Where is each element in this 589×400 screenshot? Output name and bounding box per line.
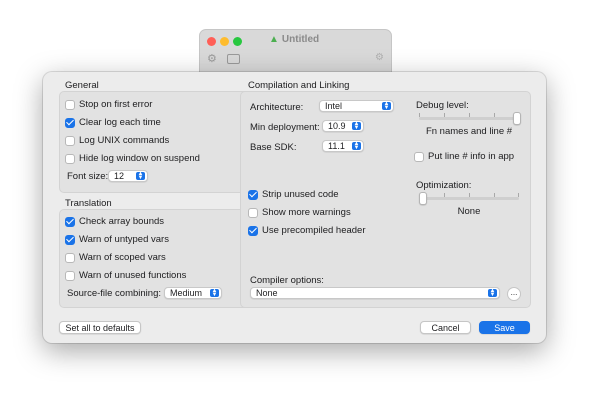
popup-arrows-icon: ▲ ▼ — [210, 288, 219, 298]
checkbox-icon — [65, 270, 75, 281]
use-precompiled-header-checkbox[interactable]: Use precompiled header — [248, 225, 366, 236]
checkbox-icon — [248, 207, 258, 218]
debug-level-slider-knob[interactable] — [513, 112, 521, 125]
slider-tick — [518, 193, 519, 197]
compilation-section-box: Architecture: Intel ▲ ▼ Min deployment: 1… — [240, 91, 531, 308]
slider-tick — [494, 193, 495, 197]
checkbox-checked-icon — [248, 225, 258, 236]
close-window-button[interactable] — [207, 37, 216, 46]
checkbox-checked-icon — [65, 117, 75, 128]
checkbox-icon — [65, 99, 75, 110]
log-unix-commands-checkbox[interactable]: Log UNIX commands — [65, 135, 169, 146]
hide-log-window-checkbox[interactable]: Hide log window on suspend — [65, 153, 200, 164]
source-file-combining-popup[interactable]: Medium ▲ ▼ — [164, 287, 222, 299]
checkbox-checked-icon — [248, 189, 258, 200]
minimize-window-button[interactable] — [220, 37, 229, 46]
slider-tick — [419, 113, 420, 117]
more-options-button[interactable]: ... — [507, 287, 521, 301]
debug-level-slider[interactable] — [419, 112, 521, 125]
background-window-title: ▲ Untitled — [269, 34, 320, 45]
slider-tick — [444, 113, 445, 117]
background-toolbar: ⚙ ⚙ — [200, 50, 391, 70]
popup-arrows-icon: ▲ ▼ — [488, 288, 497, 298]
checkbox-checked-icon — [65, 234, 75, 245]
general-section-title: General — [65, 80, 99, 91]
preferences-dialog: General Stop on first error Clear log ea… — [43, 72, 546, 343]
gear-small-icon[interactable]: ⚙ — [375, 52, 384, 63]
slider-tick — [494, 113, 495, 117]
popup-arrows-icon: ▲ ▼ — [382, 101, 391, 111]
min-deployment-popup[interactable]: 10.9 ▲ ▼ — [322, 120, 364, 132]
optimization-slider-knob[interactable] — [419, 192, 427, 205]
warn-scoped-vars-checkbox[interactable]: Warn of scoped vars — [65, 252, 166, 263]
optimization-value: None — [457, 206, 481, 217]
compilation-section-title: Compilation and Linking — [248, 80, 350, 91]
line-info-checkbox[interactable]: Put line # info in app — [414, 151, 514, 162]
compiler-options-popup[interactable]: None ▲ ▼ — [250, 287, 500, 299]
base-sdk-label: Base SDK: — [250, 142, 297, 153]
slider-tick — [444, 193, 445, 197]
checkbox-icon — [65, 135, 75, 146]
zoom-window-button[interactable] — [233, 37, 242, 46]
android-icon: ▲ — [269, 34, 279, 45]
optimization-label: Optimization: — [416, 180, 472, 191]
checkbox-checked-icon — [65, 216, 75, 227]
slider-tick — [469, 113, 470, 117]
warn-unused-functions-checkbox[interactable]: Warn of unused functions — [65, 270, 186, 281]
stop-on-first-error-checkbox[interactable]: Stop on first error — [65, 99, 152, 110]
popup-arrows-icon: ▲ ▼ — [136, 171, 145, 181]
general-section-box: Stop on first error Clear log each time … — [59, 91, 259, 193]
warn-untyped-vars-checkbox[interactable]: Warn of untyped vars — [65, 234, 169, 245]
clear-log-checkbox[interactable]: Clear log each time — [65, 117, 161, 128]
check-array-bounds-checkbox[interactable]: Check array bounds — [65, 216, 164, 227]
popup-arrows-icon: ▲ ▼ — [352, 141, 361, 151]
checkbox-icon — [65, 252, 75, 263]
strip-unused-code-checkbox[interactable]: Strip unused code — [248, 189, 339, 200]
compiler-options-label: Compiler options: — [250, 275, 324, 286]
optimization-slider[interactable] — [419, 192, 519, 205]
popup-arrows-icon: ▲ ▼ — [352, 121, 361, 131]
font-size-label: Font size: — [67, 171, 109, 182]
translation-section-title: Translation — [65, 198, 112, 209]
font-size-popup[interactable]: 12 ▲ ▼ — [108, 170, 148, 182]
debug-level-label: Debug level: — [416, 100, 469, 111]
show-more-warnings-checkbox[interactable]: Show more warnings — [248, 207, 351, 218]
save-button[interactable]: Save — [479, 321, 530, 334]
debug-level-value: Fn names and line # — [425, 126, 513, 137]
window-icon[interactable] — [227, 54, 240, 64]
checkbox-icon — [65, 153, 75, 164]
set-all-to-defaults-button[interactable]: Set all to defaults — [59, 321, 141, 334]
gear-icon[interactable]: ⚙ — [207, 52, 217, 65]
architecture-popup[interactable]: Intel ▲ ▼ — [319, 100, 394, 112]
base-sdk-popup[interactable]: 11.1 ▲ ▼ — [322, 140, 364, 152]
min-deployment-label: Min deployment: — [250, 122, 320, 133]
cancel-button[interactable]: Cancel — [420, 321, 471, 334]
architecture-label: Architecture: — [250, 102, 304, 113]
source-file-combining-label: Source-file combining: — [67, 288, 161, 299]
slider-tick — [469, 193, 470, 197]
checkbox-icon — [414, 151, 424, 162]
translation-section-box: Check array bounds Warn of untyped vars … — [59, 209, 259, 308]
